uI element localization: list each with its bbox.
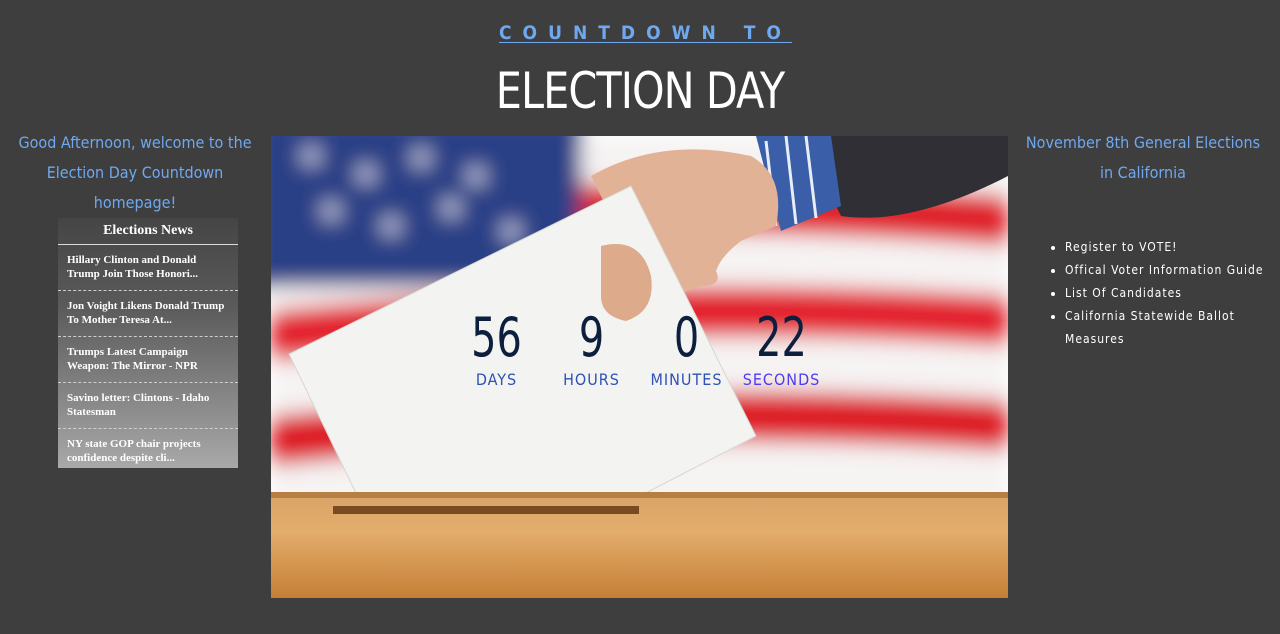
candidates-link[interactable]: List Of Candidates: [1065, 286, 1182, 300]
days-label: DAYS: [475, 370, 518, 389]
countdown: 56 DAYS 9 HOURS 0 MINUTES 22 SECONDS: [460, 306, 840, 406]
list-item: Offical Voter Information Guide: [1065, 259, 1280, 282]
kicker: COUNTDOWN TO: [0, 22, 1280, 44]
news-item[interactable]: Trumps Latest Campaign Weapon: The Mirro…: [58, 337, 238, 383]
seconds-value: 22: [756, 306, 807, 369]
page: COUNTDOWN TO ELECTION DAY Good Afternoon…: [0, 0, 1280, 634]
news-item[interactable]: NY state GOP chair projects confidence d…: [58, 429, 238, 474]
ballot-measures-link[interactable]: California Statewide Ballot Measures: [1065, 309, 1235, 346]
countdown-days: 56 DAYS: [449, 306, 544, 389]
list-item: Register to VOTE!: [1065, 236, 1280, 259]
page-title: ELECTION DAY: [495, 62, 785, 120]
greeting-text: Good Afternoon, welcome to the Election …: [18, 133, 252, 212]
register-link[interactable]: Register to VOTE!: [1065, 240, 1178, 254]
news-item[interactable]: Hillary Clinton and Donald Trump Join Th…: [58, 245, 238, 291]
list-item: California Statewide Ballot Measures: [1065, 305, 1280, 351]
news-panel: Elections News Hillary Clinton and Donal…: [58, 218, 238, 468]
resource-links: Register to VOTE! Offical Voter Informat…: [1047, 236, 1280, 351]
seconds-label: SECONDS: [742, 370, 821, 389]
news-item[interactable]: Savino letter: Clintons - Idaho Statesma…: [58, 383, 238, 429]
hours-value: 9: [578, 306, 605, 369]
countdown-link[interactable]: COUNTDOWN TO: [488, 22, 792, 44]
minutes-value: 0: [673, 306, 700, 369]
hours-label: HOURS: [563, 370, 620, 389]
minutes-label: MINUTES: [650, 370, 723, 389]
list-item: List Of Candidates: [1065, 282, 1280, 305]
elections-heading: November 8th General Elections in Califo…: [1025, 133, 1261, 182]
countdown-minutes: 0 MINUTES: [639, 306, 734, 389]
countdown-seconds: 22 SECONDS: [734, 306, 829, 389]
voter-guide-link[interactable]: Offical Voter Information Guide: [1065, 263, 1263, 277]
news-title: Elections News: [58, 218, 238, 245]
days-value: 56: [471, 306, 522, 369]
news-item[interactable]: Jon Voight Likens Donald Trump To Mother…: [58, 291, 238, 337]
countdown-hours: 9 HOURS: [544, 306, 639, 389]
